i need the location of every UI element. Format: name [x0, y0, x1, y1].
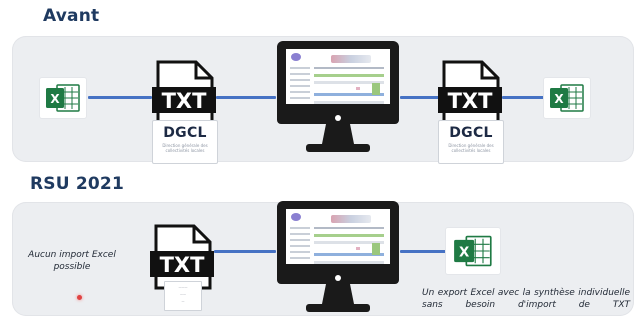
dgcl-subtitle: Direction générale des collectivités loc…: [448, 143, 494, 153]
txt-file-icon: TXT: [438, 60, 502, 126]
svg-text:X: X: [50, 92, 60, 106]
excel-file-icon: X: [46, 84, 80, 112]
connector-line: [214, 250, 276, 253]
excel-file-icon: X: [454, 235, 492, 267]
dgcl-logo: DGCL Direction générale des collectivité…: [438, 120, 504, 164]
excel-export-description: Un export Excel avec la synthèse individ…: [422, 288, 630, 310]
summary-document: ——— —— —: [164, 281, 202, 311]
dgcl-label: DGCL: [163, 125, 207, 141]
svg-text:X: X: [459, 246, 470, 261]
connector-line: [502, 96, 544, 99]
app-screenshot: [276, 200, 400, 274]
connector-line: [400, 250, 450, 253]
excel-card: X: [40, 78, 86, 118]
cursor-indicator: [77, 295, 82, 300]
txt-file-icon: TXT: [152, 60, 216, 126]
svg-text:X: X: [554, 92, 564, 106]
section-title-avant: Avant: [43, 6, 100, 26]
txt-label: TXT: [160, 253, 206, 277]
excel-file-icon: X: [550, 84, 584, 112]
dgcl-logo: DGCL Direction générale des collectivité…: [152, 120, 218, 164]
excel-card: X: [446, 228, 500, 274]
excel-card: X: [544, 78, 590, 118]
connector-line: [88, 96, 152, 99]
connector-line: [216, 96, 276, 99]
txt-label: TXT: [162, 89, 208, 113]
section-title-rsu-2021: RSU 2021: [30, 174, 124, 194]
no-excel-import-note: Aucun import Excel possible: [28, 250, 116, 272]
connector-line: [400, 96, 440, 99]
app-screenshot: [276, 40, 400, 114]
dgcl-label: DGCL: [449, 125, 493, 141]
dgcl-subtitle: Direction générale des collectivités loc…: [162, 143, 208, 153]
txt-label: TXT: [448, 89, 494, 113]
